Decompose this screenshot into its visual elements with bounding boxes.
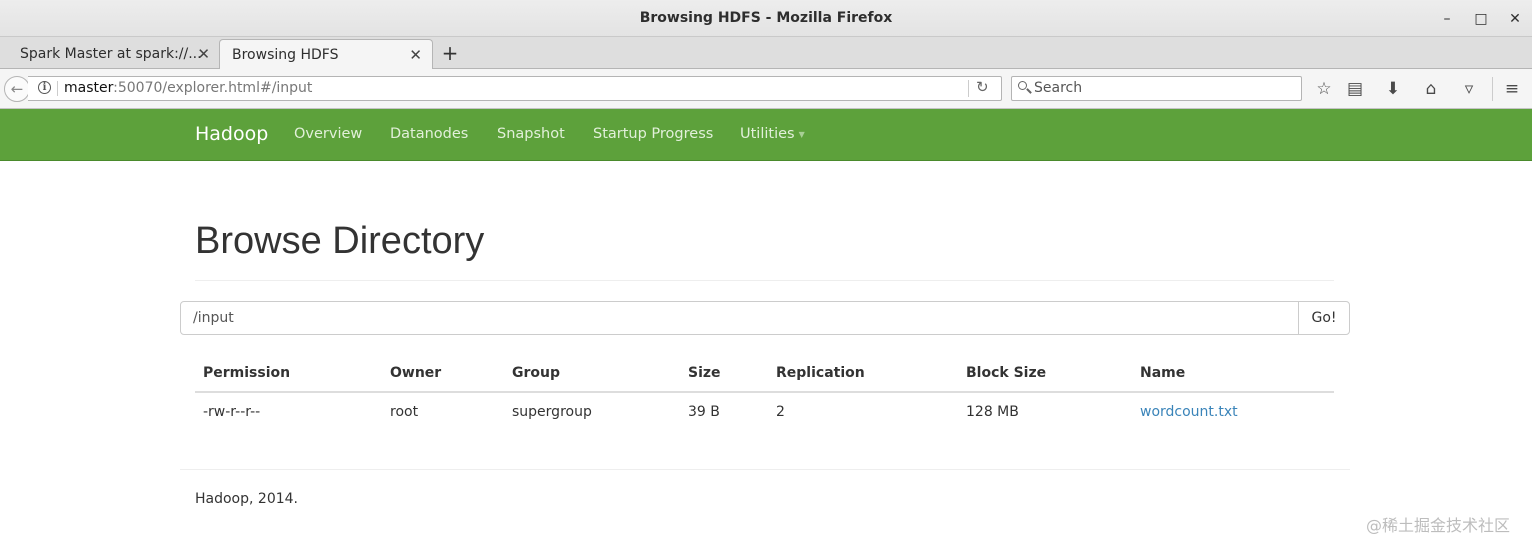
reload-divider xyxy=(968,80,969,97)
cell-block-size: 128 MB xyxy=(966,404,1019,420)
url-text[interactable]: master:50070/explorer.html#/input xyxy=(64,80,312,96)
cell-group: supergroup xyxy=(512,404,592,420)
nav-utilities-label: Utilities xyxy=(740,126,795,142)
search-icon xyxy=(1018,81,1027,90)
back-icon: ← xyxy=(10,80,24,98)
bookmark-star-icon[interactable]: ☆ xyxy=(1313,78,1335,100)
url-host: master xyxy=(64,80,114,96)
url-divider xyxy=(57,81,58,96)
column-header-owner[interactable]: Owner xyxy=(382,355,504,393)
column-header-permission[interactable]: Permission xyxy=(195,355,382,393)
tab-label: Browsing HDFS xyxy=(232,47,339,63)
cell-replication: 2 xyxy=(776,404,785,420)
pocket-icon[interactable]: ▿ xyxy=(1458,78,1480,100)
column-header-block-size[interactable]: Block Size xyxy=(958,355,1132,393)
home-icon[interactable]: ⌂ xyxy=(1420,78,1442,100)
tab-spark-master[interactable]: Spark Master at spark://... ✕ xyxy=(0,39,220,69)
cell-owner: root xyxy=(390,404,419,420)
new-tab-button[interactable]: + xyxy=(440,42,460,64)
reading-list-icon[interactable]: ▤ xyxy=(1344,78,1366,100)
navigation-toolbar: ← i master:50070/explorer.html#/input ↻ … xyxy=(0,69,1532,109)
minimize-button[interactable]: – xyxy=(1437,9,1457,29)
page-title: Browse Directory xyxy=(195,220,485,262)
table-row: -rw-r--r-- root supergroup 39 B 2 128 MB… xyxy=(195,392,1334,431)
tab-close-icon[interactable]: ✕ xyxy=(409,46,422,64)
column-header-size[interactable]: Size xyxy=(680,355,768,393)
hadoop-navbar: Hadoop Overview Datanodes Snapshot Start… xyxy=(0,109,1532,161)
title-divider xyxy=(195,280,1334,281)
chevron-down-icon: ▼ xyxy=(798,129,805,139)
nav-snapshot[interactable]: Snapshot xyxy=(497,126,565,142)
nav-utilities[interactable]: Utilities ▼ xyxy=(740,126,805,142)
window-titlebar: Browsing HDFS - Mozilla Firefox – □ ✕ xyxy=(0,0,1532,37)
go-button[interactable]: Go! xyxy=(1298,301,1350,335)
cell-size: 39 B xyxy=(688,404,720,420)
footer-divider xyxy=(180,469,1350,470)
nav-startup-progress[interactable]: Startup Progress xyxy=(593,126,713,142)
search-bar[interactable] xyxy=(1011,76,1302,101)
reload-icon[interactable]: ↻ xyxy=(976,78,989,96)
nav-datanodes[interactable]: Datanodes xyxy=(390,126,468,142)
cell-name: wordcount.txt xyxy=(1132,392,1334,431)
menu-icon[interactable]: ≡ xyxy=(1501,78,1523,100)
tab-close-icon[interactable]: ✕ xyxy=(197,45,210,63)
download-icon[interactable]: ⬇ xyxy=(1382,78,1404,100)
toolbar-divider xyxy=(1492,77,1493,101)
close-window-button[interactable]: ✕ xyxy=(1505,9,1525,29)
tab-strip: Spark Master at spark://... ✕ Browsing H… xyxy=(0,37,1532,69)
tab-label: Spark Master at spark://... xyxy=(20,46,202,62)
directory-table: Permission Owner Group Size Replication … xyxy=(195,355,1334,431)
search-input[interactable] xyxy=(1034,78,1294,98)
column-header-replication[interactable]: Replication xyxy=(768,355,958,393)
window-title: Browsing HDFS - Mozilla Firefox xyxy=(639,10,893,26)
tab-browsing-hdfs[interactable]: Browsing HDFS ✕ xyxy=(219,39,433,69)
watermark: @稀土掘金技术社区 xyxy=(1366,516,1511,535)
nav-overview[interactable]: Overview xyxy=(294,126,362,142)
maximize-button[interactable]: □ xyxy=(1471,9,1491,29)
cell-permission: -rw-r--r-- xyxy=(203,404,261,420)
footer-text: Hadoop, 2014. xyxy=(195,491,298,507)
back-button[interactable]: ← xyxy=(4,76,30,102)
file-link[interactable]: wordcount.txt xyxy=(1140,404,1238,420)
url-bar[interactable]: i master:50070/explorer.html#/input ↻ xyxy=(28,76,1002,101)
info-icon[interactable]: i xyxy=(38,81,51,94)
column-header-group[interactable]: Group xyxy=(504,355,680,393)
brand-link[interactable]: Hadoop xyxy=(195,123,268,145)
table-header-row: Permission Owner Group Size Replication … xyxy=(195,355,1334,393)
directory-path-input[interactable] xyxy=(180,301,1299,335)
column-header-name[interactable]: Name xyxy=(1132,355,1334,393)
url-path: :50070/explorer.html#/input xyxy=(113,80,313,96)
